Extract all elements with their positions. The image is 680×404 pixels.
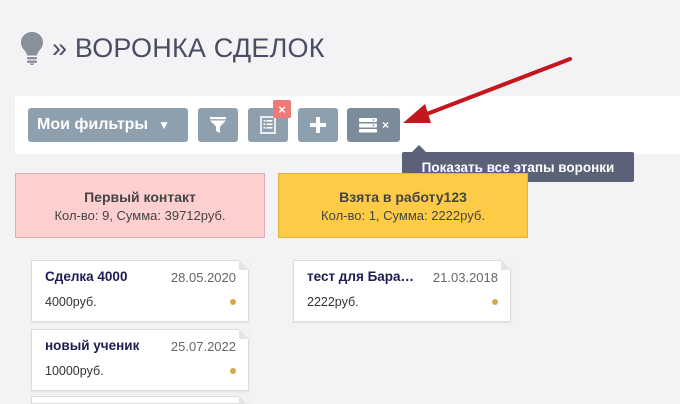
deal-sum: 2222руб. (307, 295, 359, 309)
deal-sum: 10000руб. (45, 364, 104, 378)
caret-down-icon: ▼ (158, 118, 170, 132)
deal-date: 25.07.2022 (170, 339, 236, 354)
toolbar: Мои фильтры ▼ × × (15, 96, 680, 154)
stage-stats: Кол-во: 1, Сумма: 2222руб. (321, 207, 485, 223)
stage-title: Взята в работу123 (339, 188, 467, 205)
stage-first-contact[interactable]: Первый контакт Кол-во: 9, Сумма: 39712ру… (15, 173, 265, 238)
status-dot-icon (230, 299, 236, 305)
pointer-arrow-icon (403, 57, 572, 123)
deal-card[interactable]: новый ученик 25.07.2022 10000руб. (31, 329, 249, 391)
my-filters-label: Мои фильтры (37, 116, 149, 133)
stage-title: Первый контакт (84, 188, 196, 205)
deal-name: новый ученик (45, 338, 140, 353)
deal-date: 28.05.2020 (170, 270, 236, 285)
status-dot-icon (492, 299, 498, 305)
stage-stats: Кол-во: 9, Сумма: 39712руб. (54, 207, 226, 223)
close-icon: × (381, 118, 389, 132)
deal-card-partial[interactable] (31, 396, 249, 404)
page-header: » ВОРОНКА СДЕЛОК (20, 28, 325, 68)
deal-name: Сделка 4000 (45, 269, 128, 284)
page-title: » ВОРОНКА СДЕЛОК (52, 32, 325, 63)
deal-date: 21.03.2018 (432, 270, 498, 285)
server-stack-icon (358, 118, 377, 133)
deal-card[interactable]: Сделка 4000 28.05.2020 4000руб. (31, 260, 249, 322)
document-list-icon (260, 116, 276, 134)
filter-button[interactable] (198, 108, 238, 142)
plus-icon (310, 117, 326, 133)
my-filters-dropdown[interactable]: Мои фильтры ▼ (28, 108, 188, 142)
show-all-stages-button[interactable]: × (347, 108, 400, 142)
list-view-button[interactable]: × (248, 100, 291, 142)
funnel-icon (210, 117, 226, 133)
deal-card[interactable]: тест для Бара… 21.03.2018 2222руб. (293, 260, 511, 322)
lightbulb-icon (21, 32, 43, 65)
add-deal-button[interactable] (298, 108, 338, 142)
reset-filter-close-icon[interactable]: × (273, 100, 291, 118)
stage-in-progress[interactable]: Взята в работу123 Кол-во: 1, Сумма: 2222… (278, 173, 528, 238)
status-dot-icon (230, 368, 236, 374)
deal-name: тест для Бара… (307, 269, 415, 284)
deal-sum: 4000руб. (45, 295, 97, 309)
